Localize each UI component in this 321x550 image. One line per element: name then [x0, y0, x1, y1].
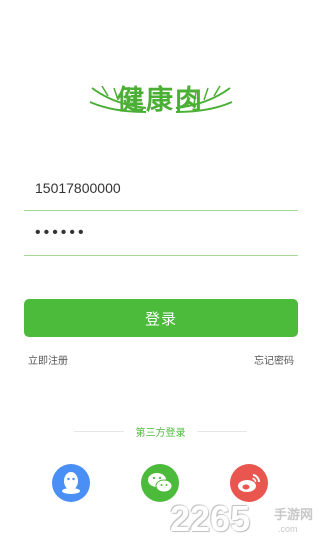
weibo-icon: [238, 474, 261, 492]
watermark: 2265 手游网 .com: [170, 498, 320, 544]
watermark-number: 2265: [170, 498, 251, 539]
phone-input[interactable]: [24, 166, 297, 210]
wechat-icon: [148, 473, 173, 493]
app-logo: 健康肉: [0, 72, 321, 124]
third-party-divider: 第三方登录: [74, 424, 247, 439]
forgot-password-link[interactable]: 忘记密码: [254, 352, 294, 367]
wechat-login-button[interactable]: [141, 464, 179, 502]
qq-icon: [62, 472, 80, 494]
watermark-name: 手游网: [274, 508, 314, 523]
register-link[interactable]: 立即注册: [28, 352, 68, 367]
divider-line-right: [197, 431, 247, 432]
password-field: [24, 211, 298, 256]
qq-login-button[interactable]: [52, 464, 90, 502]
logo-text: 健康肉: [117, 85, 204, 116]
watermark-url: .com: [278, 524, 298, 534]
password-input[interactable]: [24, 211, 297, 255]
weibo-login-button[interactable]: [230, 464, 268, 502]
login-button[interactable]: 登录: [24, 299, 298, 337]
right-leaf-icon: [175, 85, 233, 113]
phone-field: [24, 166, 298, 211]
